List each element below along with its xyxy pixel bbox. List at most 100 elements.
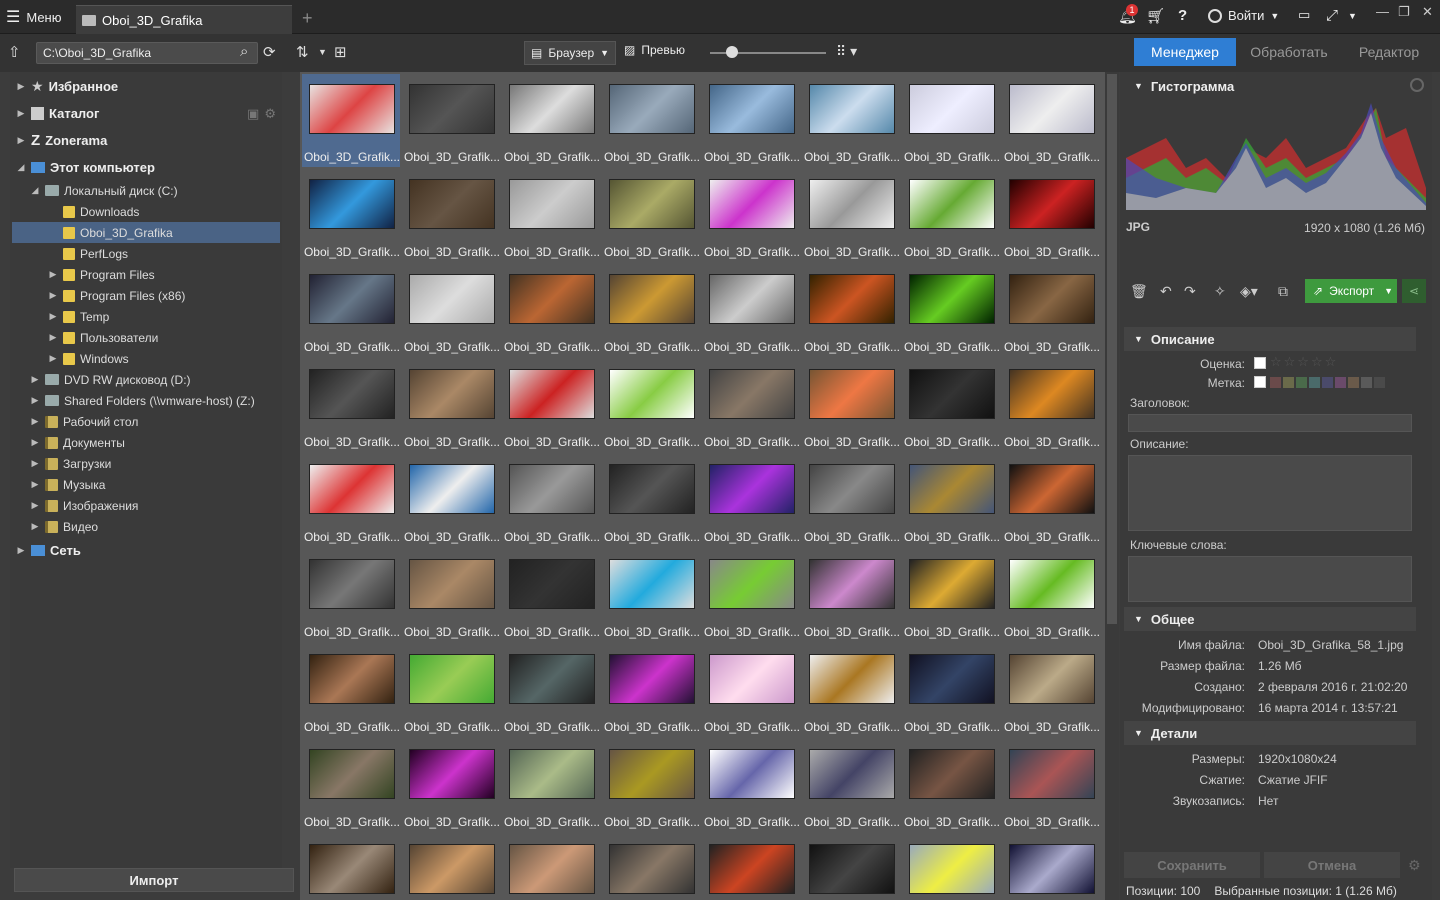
thumbnail-image[interactable] (509, 654, 595, 704)
thumbnail-image[interactable] (909, 844, 995, 894)
thumbnail-item[interactable]: Oboi_3D_Grafik... (702, 359, 800, 452)
thumbnail-item[interactable]: Oboi_3D_Grafik... (702, 454, 800, 547)
thumbnail-image[interactable] (1009, 274, 1095, 324)
collapse-arrow-icon[interactable]: ◢ (30, 185, 40, 196)
thumbnail-item[interactable]: Oboi_3D_Grafik... (902, 74, 1000, 167)
fullscreen-chevron-icon[interactable]: ▼ (1348, 11, 1357, 21)
thumbnail-image[interactable] (309, 749, 395, 799)
thumbnail-image[interactable] (609, 654, 695, 704)
thumbnail-item[interactable]: Oboi_3D_Grafik... (402, 74, 500, 167)
thumbnail-item[interactable] (702, 834, 800, 900)
gear-icon[interactable]: ⚙ (1408, 857, 1421, 874)
thumbnail-item[interactable]: Oboi_3D_Grafik... (802, 739, 900, 832)
thumbnail-item[interactable]: Oboi_3D_Grafik... (702, 644, 800, 737)
thumbnail-item[interactable]: Oboi_3D_Grafik... (302, 644, 400, 737)
tree-folder-temp[interactable]: ▶ Temp (48, 306, 110, 327)
thumbnail-image[interactable] (909, 369, 995, 419)
thumbnail-image[interactable] (609, 749, 695, 799)
tab-editor[interactable]: Редактор (1338, 38, 1440, 66)
thumbnail-image[interactable] (509, 179, 595, 229)
thumbnail-item[interactable]: Oboi_3D_Grafik... (702, 169, 800, 262)
thumbnail-image[interactable] (609, 274, 695, 324)
grid-view-icon[interactable]: ⠿ ▾ (836, 43, 857, 60)
thumbnail-item[interactable]: Oboi_3D_Grafik... (702, 739, 800, 832)
thumbnail-image[interactable] (409, 559, 495, 609)
thumbnail-image[interactable] (909, 274, 995, 324)
thumbnail-image[interactable] (909, 654, 995, 704)
thumbnail-image[interactable] (909, 179, 995, 229)
thumbnail-item[interactable]: Oboi_3D_Grafik... (402, 739, 500, 832)
thumbnail-item[interactable]: Oboi_3D_Grafik... (302, 169, 400, 262)
thumbnail-item[interactable]: Oboi_3D_Grafik... (1002, 739, 1100, 832)
thumbnail-item[interactable]: Oboi_3D_Grafik... (402, 264, 500, 357)
tree-desktop[interactable]: ▶ Рабочий стол (30, 411, 139, 432)
thumbnail-image[interactable] (309, 84, 395, 134)
save-button[interactable]: Сохранить (1124, 852, 1260, 878)
tree-folder-users[interactable]: ▶ Пользователи (48, 327, 159, 348)
thumbnail-item[interactable] (402, 834, 500, 900)
thumbnail-image[interactable] (909, 84, 995, 134)
tree-folder-oboi-3d-grafika[interactable]: Oboi_3D_Grafika (12, 222, 280, 243)
thumbnail-image[interactable] (409, 844, 495, 894)
expand-arrow-icon[interactable]: ▶ (30, 479, 40, 490)
tree-zonerama[interactable]: ▶ Z Zonerama (16, 130, 108, 151)
expand-arrow-icon[interactable]: ▶ (48, 311, 58, 322)
expand-arrow-icon[interactable]: ▶ (30, 521, 40, 532)
thumbnail-item[interactable]: Oboi_3D_Grafik... (702, 549, 800, 642)
expand-arrow-icon[interactable]: ▶ (30, 374, 40, 385)
thumbnail-item[interactable]: Oboi_3D_Grafik... (302, 74, 400, 167)
thumbnail-image[interactable] (809, 274, 895, 324)
thumbnail-image[interactable] (809, 369, 895, 419)
thumbnail-image[interactable] (1009, 179, 1095, 229)
thumbnail-item[interactable]: Oboi_3D_Grafik... (602, 454, 700, 547)
login-button[interactable]: Войти ▼ (1208, 8, 1279, 23)
new-folder-icon[interactable]: ⊞ (334, 43, 347, 61)
tree-video[interactable]: ▶ Видео (30, 516, 99, 537)
thumbnail-image[interactable] (709, 369, 795, 419)
thumbnail-image[interactable] (409, 654, 495, 704)
tree-folder-program-files-x86[interactable]: ▶ Program Files (x86) (48, 285, 186, 306)
compare-icon[interactable]: ⧉ (1278, 283, 1288, 300)
preview-button[interactable]: ▨ Превью (624, 43, 685, 57)
tree-network[interactable]: ▶ Сеть (16, 540, 81, 561)
thumbnail-item[interactable]: Oboi_3D_Grafik... (502, 359, 600, 452)
thumbnail-image[interactable] (809, 464, 895, 514)
close-button[interactable]: ✕ (1422, 4, 1433, 20)
thumbnail-item[interactable]: Oboi_3D_Grafik... (302, 454, 400, 547)
thumbnail-image[interactable] (1009, 559, 1095, 609)
thumbnail-item[interactable]: Oboi_3D_Grafik... (902, 264, 1000, 357)
thumbnail-item[interactable]: Oboi_3D_Grafik... (1002, 169, 1100, 262)
thumbnail-image[interactable] (309, 179, 395, 229)
color-tags[interactable] (1270, 377, 1385, 388)
thumbnail-image[interactable] (709, 179, 795, 229)
thumbnail-image[interactable] (409, 749, 495, 799)
thumbnail-image[interactable] (909, 559, 995, 609)
thumbnail-item[interactable]: Oboi_3D_Grafik... (802, 549, 900, 642)
thumbnail-image[interactable] (909, 749, 995, 799)
thumbnail-item[interactable]: Oboi_3D_Grafik... (402, 359, 500, 452)
thumbnail-image[interactable] (409, 369, 495, 419)
thumbnail-image[interactable] (809, 84, 895, 134)
expand-arrow-icon[interactable]: ▶ (48, 290, 58, 301)
thumbnail-item[interactable]: Oboi_3D_Grafik... (802, 644, 900, 737)
expand-arrow-icon[interactable]: ▶ (48, 353, 58, 364)
tree-favorites[interactable]: ▶ ★ Избранное (16, 76, 119, 97)
thumbnail-item[interactable] (602, 834, 700, 900)
thumbnail-item[interactable]: Oboi_3D_Grafik... (602, 644, 700, 737)
thumbnail-item[interactable]: Oboi_3D_Grafik... (602, 359, 700, 452)
magic-wand-icon[interactable]: ✧ (1214, 283, 1226, 300)
rating-stars[interactable]: ☆☆☆☆☆ (1270, 354, 1338, 370)
thumbnail-image[interactable] (709, 844, 795, 894)
thumbnail-item[interactable]: Oboi_3D_Grafik... (802, 359, 900, 452)
thumbnail-image[interactable] (409, 464, 495, 514)
thumbnail-item[interactable]: Oboi_3D_Grafik... (802, 169, 900, 262)
tree-folder-program-files[interactable]: ▶ Program Files (48, 264, 155, 285)
thumbnail-item[interactable]: Oboi_3D_Grafik... (802, 454, 900, 547)
section-details[interactable]: ▼ Детали (1124, 721, 1416, 745)
no-rating-icon[interactable] (1254, 357, 1266, 369)
no-tag-icon[interactable] (1254, 376, 1266, 388)
expand-arrow-icon[interactable]: ▶ (30, 395, 40, 406)
thumbnail-image[interactable] (609, 369, 695, 419)
gear-icon[interactable]: ⚙ (264, 106, 276, 122)
thumbnail-item[interactable]: Oboi_3D_Grafik... (902, 644, 1000, 737)
